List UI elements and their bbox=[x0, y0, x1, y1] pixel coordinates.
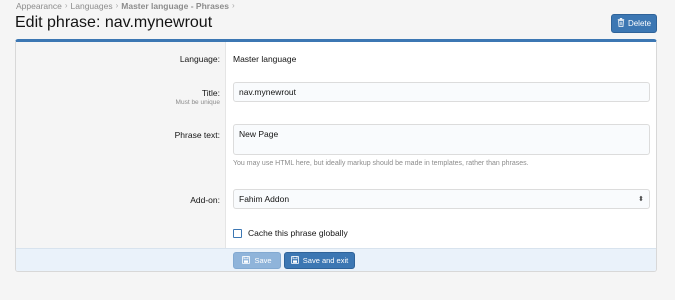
save-icon bbox=[242, 255, 251, 266]
title-hint: Must be unique bbox=[175, 99, 220, 106]
breadcrumb-item-languages[interactable]: Languages bbox=[71, 1, 113, 11]
chevron-updown-icon: ⬍ bbox=[638, 195, 644, 203]
cache-globally-option[interactable]: Cache this phrase globally bbox=[233, 228, 348, 238]
language-label: Language: bbox=[179, 54, 220, 64]
title-input-value: nav.mynewrout bbox=[239, 87, 297, 97]
save-icon bbox=[290, 255, 299, 266]
breadcrumb-separator-icon: › bbox=[115, 1, 119, 10]
delete-label: Delete bbox=[627, 19, 652, 28]
form-label-column bbox=[16, 42, 226, 249]
phrase-text-explain: You may use HTML here, but ideally marku… bbox=[233, 160, 529, 167]
save-and-exit-label: Save and exit bbox=[302, 256, 349, 265]
addon-label: Add-on: bbox=[190, 195, 220, 205]
breadcrumb-item-master-phrases[interactable]: Master language - Phrases bbox=[121, 1, 229, 11]
save-and-exit-button[interactable]: Save and exit bbox=[284, 252, 355, 269]
page-title: Edit phrase: nav.mynewrout bbox=[15, 14, 213, 31]
cache-globally-checkbox[interactable] bbox=[233, 228, 242, 238]
save-label: Save bbox=[254, 256, 272, 265]
title-input[interactable]: nav.mynewrout bbox=[233, 82, 650, 102]
edit-phrase-form: Language: Master language Title: Must be… bbox=[15, 39, 657, 272]
form-footer: Save Save and exit bbox=[16, 248, 656, 271]
phrase-text-value: New Page bbox=[239, 129, 279, 139]
breadcrumb-item-appearance[interactable]: Appearance bbox=[16, 1, 62, 11]
phrase-text-textarea[interactable]: New Page bbox=[233, 124, 650, 155]
phrase-text-label: Phrase text: bbox=[174, 130, 220, 140]
breadcrumb-separator-icon: › bbox=[231, 1, 235, 10]
addon-select-value: Fahim Addon bbox=[239, 194, 290, 204]
delete-button[interactable]: Delete bbox=[611, 14, 657, 33]
addon-select[interactable]: Fahim Addon ⬍ bbox=[233, 189, 650, 209]
trash-icon bbox=[617, 18, 625, 29]
language-value: Master language bbox=[233, 54, 297, 64]
breadcrumb-separator-icon: › bbox=[64, 1, 68, 10]
save-button[interactable]: Save bbox=[233, 252, 281, 269]
title-label: Title: bbox=[201, 88, 220, 98]
cache-globally-label: Cache this phrase globally bbox=[248, 228, 348, 238]
breadcrumb: Appearance › Languages › Master language… bbox=[16, 0, 235, 11]
